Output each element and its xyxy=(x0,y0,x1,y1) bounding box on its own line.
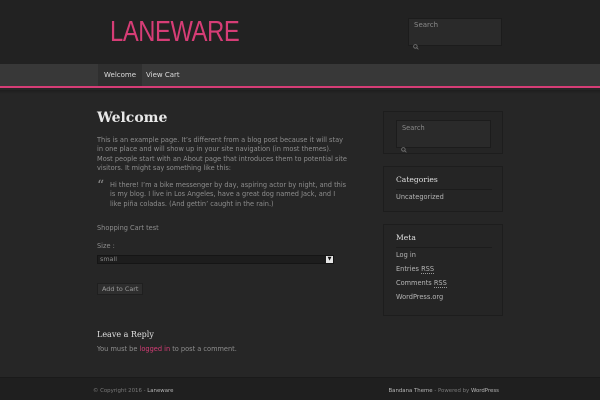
site-footer: © Copyright 2016 - Laneware Bandana Them… xyxy=(0,377,600,400)
main-content: Welcome This is an example page. It’s di… xyxy=(97,108,347,353)
nav-shadow xyxy=(0,90,600,94)
sidebar-search-placeholder: Search xyxy=(402,124,425,132)
quote-text: Hi there! I’m a bike messenger by day, a… xyxy=(110,181,347,208)
intro-paragraph: This is an example page. It’s different … xyxy=(97,136,347,172)
copyright-text: © Copyright 2016 - xyxy=(93,388,148,394)
comments-label: Comments xyxy=(396,279,434,287)
footer-credits: Bandana Theme - Powered by WordPress xyxy=(388,388,499,394)
theme-link[interactable]: Bandana Theme xyxy=(388,388,432,394)
wordpress-org-link[interactable]: WordPress.org xyxy=(396,293,443,301)
sidebar-search-box[interactable]: Search xyxy=(396,120,491,153)
nav-item-welcome[interactable]: Welcome xyxy=(98,64,143,86)
login-link[interactable]: logged in xyxy=(140,345,171,353)
chevron-down-icon[interactable]: ▼ xyxy=(326,256,333,263)
comments-rss-abbr: RSS xyxy=(433,279,447,288)
site-logo[interactable]: LANEWARE xyxy=(110,16,240,49)
site-header: LANEWARE Search xyxy=(0,0,600,64)
reply-suffix: to post a comment. xyxy=(170,345,237,353)
header-search-placeholder: Search xyxy=(414,21,439,29)
quote-mark: “ xyxy=(97,178,105,195)
page-title: Welcome xyxy=(97,110,168,126)
header-search-box[interactable]: Search xyxy=(408,18,502,50)
entries-rss-link[interactable]: Entries RSS xyxy=(396,265,435,274)
comments-rss-link[interactable]: Comments RSS xyxy=(396,279,447,288)
footer-copyright: © Copyright 2016 - Laneware xyxy=(93,388,173,394)
add-to-cart-button[interactable]: Add to Cart xyxy=(97,283,144,295)
size-label: Size : xyxy=(97,242,115,250)
sidebar-search-widget: Search xyxy=(383,111,503,154)
meta-title: Meta xyxy=(396,233,416,242)
meta-widget: Meta Log in Entries RSS Comments RSS Wor… xyxy=(383,224,503,316)
widget-divider xyxy=(396,189,492,190)
reply-text: You must be logged in to post a comment. xyxy=(97,345,237,353)
categories-widget: Categories Uncategorized xyxy=(383,166,503,212)
widget-divider xyxy=(396,247,492,248)
entries-rss-abbr: RSS xyxy=(421,265,435,274)
cart-test-text: Shopping Cart test xyxy=(97,224,159,232)
nav-item-view-cart[interactable]: View Cart xyxy=(140,64,186,86)
search-icon[interactable] xyxy=(413,35,419,54)
wordpress-link[interactable]: WordPress xyxy=(471,388,499,394)
powered-text: - Powered by xyxy=(432,388,471,394)
entries-label: Entries xyxy=(396,265,422,273)
main-nav: Welcome View Cart xyxy=(0,64,600,88)
log-in-link[interactable]: Log in xyxy=(396,251,416,259)
category-link[interactable]: Uncategorized xyxy=(396,193,444,201)
footer-site-link[interactable]: Laneware xyxy=(147,388,173,394)
reply-prefix: You must be xyxy=(97,345,140,353)
size-select-value: small xyxy=(100,255,118,263)
blockquote: “ Hi there! I’m a bike messenger by day,… xyxy=(97,178,347,209)
categories-title: Categories xyxy=(396,175,438,184)
reply-title: Leave a Reply xyxy=(97,330,154,339)
search-icon[interactable] xyxy=(401,138,407,157)
size-select[interactable]: small ▼ xyxy=(97,255,334,264)
